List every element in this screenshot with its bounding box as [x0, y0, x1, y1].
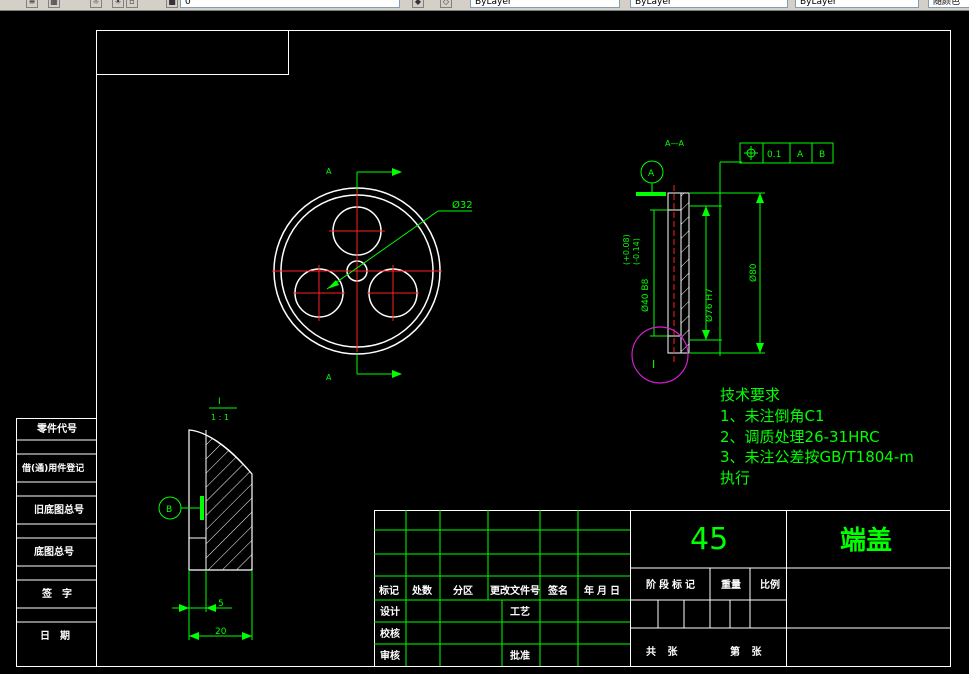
layer-state-icon[interactable]: ▦: [48, 0, 60, 8]
side-label-date: 日期: [40, 629, 80, 642]
layer-previous-icon[interactable]: ◆: [412, 0, 424, 8]
process-label: 工艺: [510, 605, 530, 618]
weight-label: 重量: [721, 578, 741, 591]
layer-manager-icon[interactable]: ≡: [26, 0, 38, 8]
color-dropdown[interactable]: ByLayer: [470, 0, 620, 8]
plotstyle-dropdown[interactable]: 随颜色: [928, 0, 969, 8]
section-label: A—A: [665, 139, 684, 148]
header-date: 年月日: [584, 584, 623, 597]
front-view: [272, 168, 472, 378]
sheet-total: 共 张: [646, 645, 681, 658]
color-square-icon[interactable]: ■: [166, 0, 178, 8]
scale-label: 比例: [760, 578, 780, 591]
note-2: 2、调质处理26-31HRC: [720, 428, 880, 446]
header-zone: 分区: [453, 584, 473, 597]
side-label-base-number: 底图总号: [34, 545, 74, 558]
top-left-box: [96, 30, 289, 75]
dim-tol-lower: (-0.14): [632, 238, 641, 265]
detail-title: I: [218, 397, 221, 407]
side-label-sign: 签字: [41, 587, 82, 600]
approve-label: 批准: [510, 649, 530, 662]
tolerance-datum-2: B: [819, 150, 825, 160]
note-3: 3、未注公差按GB/T1804-m: [720, 448, 914, 466]
dim-phi40: Ø40 B8: [640, 278, 651, 312]
side-label-part-code: 零件代号: [36, 422, 77, 435]
dim-phi76: Ø76 H7: [704, 288, 715, 322]
side-label-borrow: 借(通)用件登记: [21, 462, 84, 474]
dim-phi80: Ø80: [748, 263, 759, 282]
section-view: [631, 142, 834, 384]
detail-view: I 1 : 1: [158, 397, 253, 640]
note-1: 1、未注倒角C1: [720, 407, 825, 425]
tolerance-datum-1: A: [797, 150, 804, 160]
sheet-number: 第 张: [730, 645, 765, 658]
linetype-dropdown[interactable]: ByLayer: [630, 0, 788, 8]
dim-tol-upper: (+0.08): [622, 234, 631, 265]
header-signature: 签名: [547, 584, 568, 597]
part-name: 端盖: [840, 525, 892, 556]
dim-5: 5: [218, 599, 224, 609]
detail-callout: I: [652, 358, 655, 371]
dim-20: 20: [215, 627, 227, 637]
check-label: 校核: [380, 627, 400, 640]
review-label: 审核: [380, 649, 400, 662]
header-count: 处数: [411, 584, 433, 597]
bulb-icon[interactable]: ☼: [90, 0, 102, 8]
stage-label: 阶段标记: [646, 578, 698, 591]
lineweight-dropdown[interactable]: ByLayer: [795, 0, 919, 8]
side-label-old-number: 旧底图总号: [34, 503, 84, 516]
section-mark-bottom: A: [326, 373, 332, 382]
lock-icon[interactable]: ▫: [126, 0, 138, 8]
datum-b-label: B: [166, 505, 172, 515]
section-mark-top: A: [326, 167, 332, 176]
notes-title: 技术要求: [720, 386, 780, 404]
material-label: 45: [690, 522, 728, 557]
design-label: 设计: [380, 605, 400, 618]
note-4: 执行: [720, 469, 750, 487]
technical-notes: 技术要求 1、未注倒角C1 2、调质处理26-31HRC 3、未注公差按GB/T…: [720, 386, 914, 487]
drawing-border: [96, 30, 951, 667]
header-mark: 标记: [378, 584, 399, 597]
sun-icon[interactable]: ☀: [112, 0, 124, 8]
tolerance-value: 0.1: [767, 150, 781, 160]
drawing-canvas[interactable]: A A Ø32 A—A A 0.1 A B Ø80 Ø40 B8 (+0.08)…: [0, 10, 969, 674]
header-change-doc: 更改文件号: [490, 584, 540, 597]
dim-phi32: Ø32: [452, 199, 473, 211]
layer-dropdown[interactable]: 0: [180, 0, 400, 8]
datum-a-label: A: [648, 169, 655, 179]
side-table: [16, 418, 97, 667]
detail-scale: 1 : 1: [211, 413, 229, 422]
layer-match-icon[interactable]: ◇: [440, 0, 452, 8]
